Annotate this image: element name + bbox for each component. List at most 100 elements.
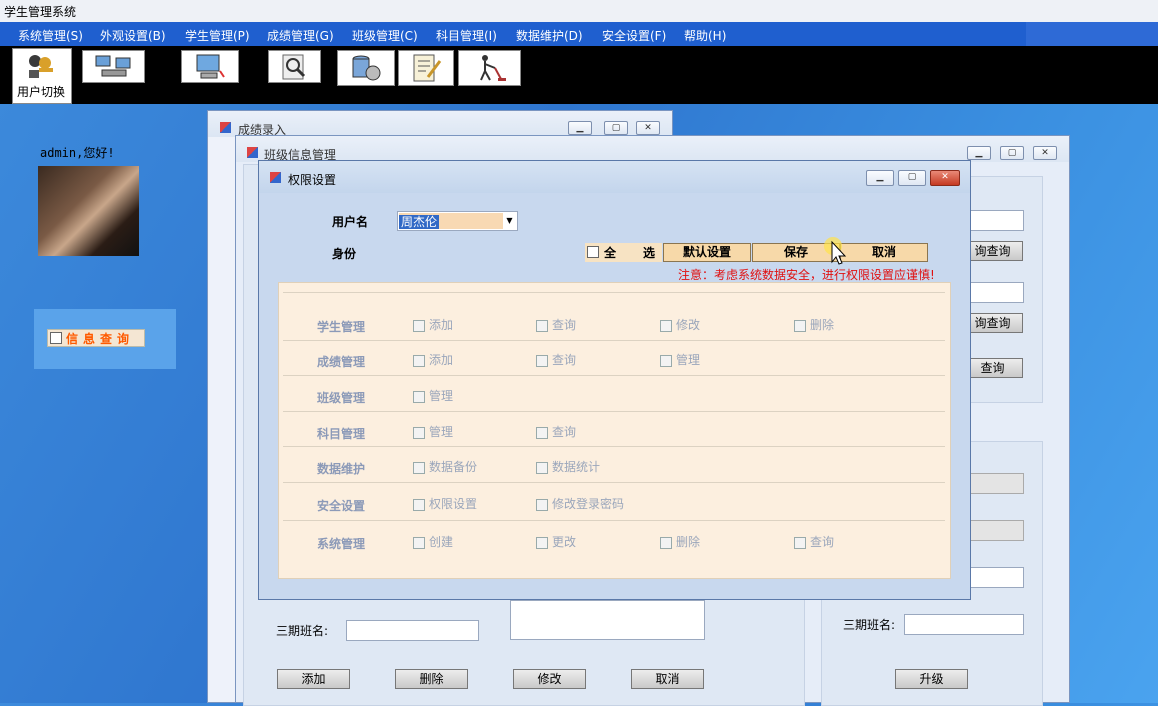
select-all-checkbox[interactable]: 全 选 [585,243,662,262]
query-button-3[interactable]: 查询 [962,358,1023,378]
person-sweeping-icon [479,55,506,81]
username-select[interactable]: 周杰伦 ▼ [397,211,518,231]
class-notes-textarea[interactable] [510,600,705,640]
dialog-titlebar: 权限设置 ▁ ▢ ✕ [259,161,970,193]
close-button[interactable]: ✕ [930,170,960,186]
menu-appearance[interactable]: 外观设置(B) [100,27,166,44]
query-button-1[interactable]: 询查询 [962,241,1023,261]
checkbox-label: 查询 [552,425,577,439]
query-button-2[interactable]: 询查询 [962,313,1023,333]
add-button[interactable]: 添加 [277,669,350,689]
maximize-button[interactable]: ▢ [898,170,926,186]
minimize-button[interactable]: ▁ [568,121,592,135]
perm-data-stats-checkbox[interactable]: 数据统计 [536,458,600,475]
menu-security[interactable]: 安全设置(F) [602,27,666,44]
perm-student-query-checkbox[interactable]: 查询 [536,316,576,333]
menu-help[interactable]: 帮助(H) [684,27,726,44]
third-class-input[interactable] [346,620,479,641]
perm-class-manage-checkbox[interactable]: 管理 [413,387,453,404]
right-input-1[interactable] [962,210,1024,231]
menu-class[interactable]: 班级管理(C) [352,27,418,44]
minimize-button[interactable]: ▁ [967,146,991,160]
close-button[interactable]: ✕ [1033,146,1057,160]
username-label: 用户名 [332,215,369,229]
select-all-label-1: 全 [604,246,617,260]
info-query-checkbox[interactable]: 信息查询 [47,329,145,347]
menu-subject[interactable]: 科目管理(I) [436,27,497,44]
upgrade-button[interactable]: 升级 [895,669,968,689]
menu-student[interactable]: 学生管理(P) [185,27,250,44]
perm-system-delete-checkbox[interactable]: 删除 [660,533,700,550]
dialog-title: 权限设置 [288,173,337,187]
perm-system-create-checkbox[interactable]: 创建 [413,533,453,550]
perm-score-query-checkbox[interactable]: 查询 [536,351,576,368]
right-third-class-label: 三期班名: [843,618,896,632]
magnifier-icon [282,54,305,79]
document-edit-icon [413,54,442,82]
perm-subject-query-checkbox[interactable]: 查询 [536,423,576,440]
maximize-button[interactable]: ▢ [604,121,628,135]
perm-system-change-checkbox[interactable]: 更改 [536,533,576,550]
role-label: 身份 [332,247,357,261]
window-icon [220,122,231,133]
checkbox-label: 添加 [429,353,454,367]
checkbox-label: 更改 [552,535,577,549]
app-title: 学生管理系统 [4,5,77,19]
exit-button[interactable] [458,50,521,86]
checkbox-label: 修改登录密码 [552,497,625,511]
checkbox-label: 管理 [429,389,454,403]
checkbox-box [794,536,806,549]
perm-security-permission-checkbox[interactable]: 权限设置 [413,495,477,512]
checkbox-label: 查询 [810,535,835,549]
dropdown-arrow-icon[interactable]: ▼ [502,212,517,230]
row-divider [283,375,945,376]
checkbox-box [536,461,548,474]
checkbox-label: 数据备份 [429,460,478,474]
checkbox-box [587,246,599,258]
maximize-button[interactable]: ▢ [1000,146,1024,160]
perm-student-add-checkbox[interactable]: 添加 [413,316,453,333]
row-divider [283,520,945,521]
checkbox-box [536,319,548,332]
menu-system[interactable]: 系统管理(S) [18,27,83,44]
mouse-cursor-icon [824,237,847,265]
perm-subject-manage-checkbox[interactable]: 管理 [413,423,453,440]
user-switch-label: 用户切换 [17,85,66,99]
right-third-class-input[interactable] [904,614,1024,635]
right-input-3[interactable] [962,567,1024,588]
database-button[interactable] [337,50,395,86]
user-switch-button[interactable]: 用户切换 [12,48,72,104]
cancel-button[interactable]: 取消 [840,243,928,262]
close-button[interactable]: ✕ [636,121,660,135]
checkbox-label: 删除 [810,318,835,332]
perm-security-password-checkbox[interactable]: 修改登录密码 [536,495,624,512]
menu-score[interactable]: 成绩管理(G) [267,27,334,44]
menu-data[interactable]: 数据维护(D) [516,27,583,44]
perm-system-query-checkbox[interactable]: 查询 [794,533,834,550]
perm-data-backup-checkbox[interactable]: 数据备份 [413,458,477,475]
checkbox-box [794,319,806,332]
edit-button[interactable] [398,50,454,86]
checkbox-box [413,390,425,403]
window-titlebar: 班级信息管理 ▁ ▢ ✕ [236,136,1069,162]
perm-row-data: 数据维护 [317,462,366,476]
checkbox-label: 管理 [429,425,454,439]
minimize-button[interactable]: ▁ [866,170,894,186]
cancel-button[interactable]: 取消 [631,669,704,689]
right-input-2[interactable] [962,282,1024,303]
users-key-icon [29,55,53,78]
checkbox-box [413,319,425,332]
computer-button[interactable] [181,50,239,83]
perm-student-delete-checkbox[interactable]: 删除 [794,316,834,333]
perm-score-manage-checkbox[interactable]: 管理 [660,351,700,368]
modify-button[interactable]: 修改 [513,669,586,689]
perm-student-modify-checkbox[interactable]: 修改 [660,316,700,333]
delete-button[interactable]: 删除 [395,669,468,689]
perm-score-add-checkbox[interactable]: 添加 [413,351,453,368]
database-icon [352,55,381,81]
menu-bar: 系统管理(S) 外观设置(B) 学生管理(P) 成绩管理(G) 班级管理(C) … [0,22,1026,46]
default-settings-button[interactable]: 默认设置 [663,243,751,262]
checkbox-box [50,332,62,344]
network-button[interactable] [82,50,145,83]
search-button[interactable] [268,50,321,83]
